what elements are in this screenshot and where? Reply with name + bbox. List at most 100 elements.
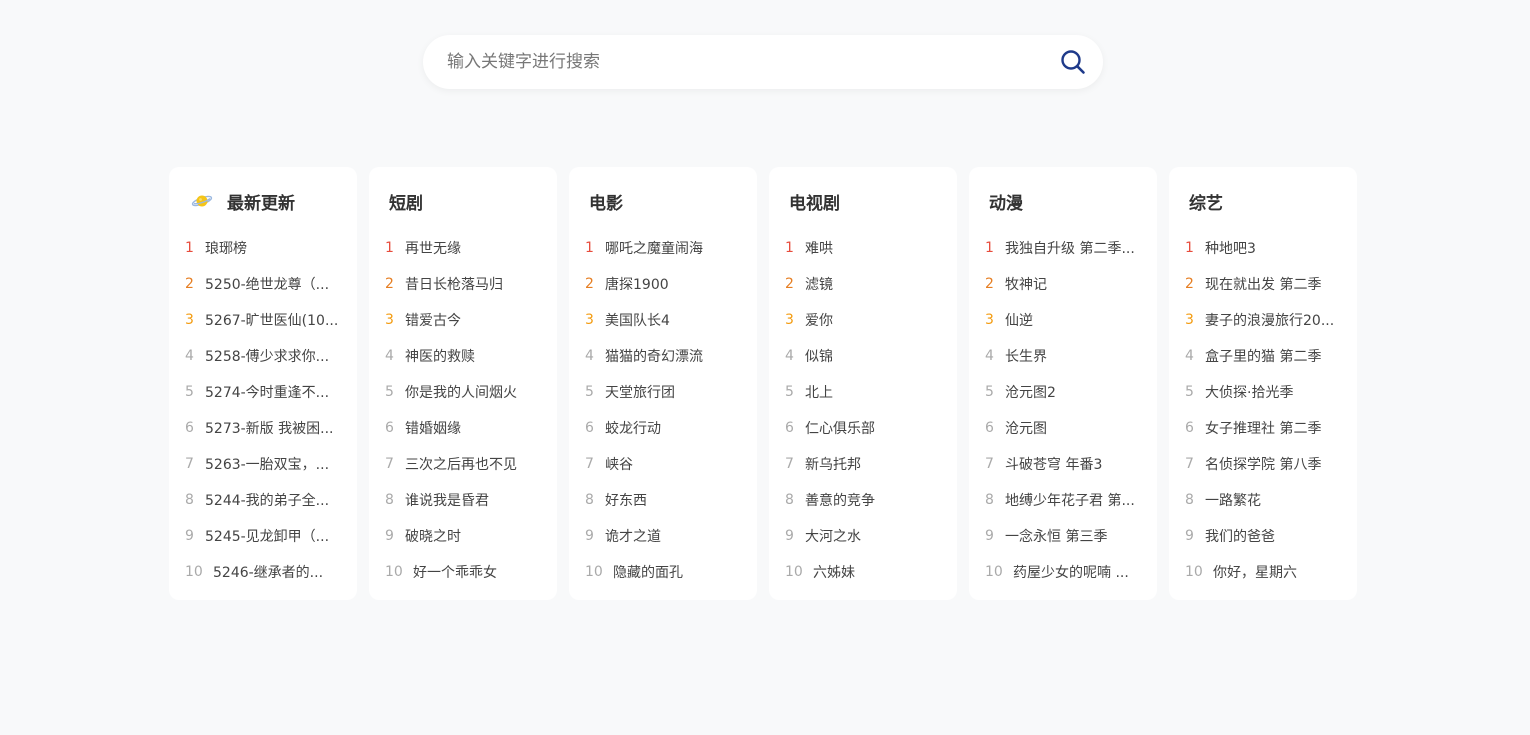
list-item[interactable]: 1 琅琊榜 <box>185 230 345 266</box>
list-item[interactable]: 3 爱你 <box>785 302 945 338</box>
list-item[interactable]: 7 新乌托邦 <box>785 446 945 482</box>
item-title[interactable]: 诡才之道 <box>605 526 745 546</box>
item-title[interactable]: 大河之水 <box>805 526 945 546</box>
item-title[interactable]: 天堂旅行团 <box>605 382 745 402</box>
list-item[interactable]: 2 5250-绝世龙尊（... <box>185 266 345 302</box>
list-item[interactable]: 9 一念永恒 第三季 <box>985 518 1145 554</box>
item-title[interactable]: 牧神记 <box>1005 274 1145 294</box>
list-item[interactable]: 1 再世无缘 <box>385 230 545 266</box>
list-item[interactable]: 6 沧元图 <box>985 410 1145 446</box>
item-title[interactable]: 5273-新版 我被困... <box>205 418 345 438</box>
list-item[interactable]: 1 难哄 <box>785 230 945 266</box>
item-title[interactable]: 错婚姻缘 <box>405 418 545 438</box>
item-title[interactable]: 大侦探·拾光季 <box>1205 382 1345 402</box>
list-item[interactable]: 4 神医的救赎 <box>385 338 545 374</box>
list-item[interactable]: 4 似锦 <box>785 338 945 374</box>
list-item[interactable]: 6 女子推理社 第二季 <box>1185 410 1345 446</box>
list-item[interactable]: 2 昔日长枪落马归 <box>385 266 545 302</box>
item-title[interactable]: 峡谷 <box>605 454 745 474</box>
item-title[interactable]: 长生界 <box>1005 346 1145 366</box>
list-item[interactable]: 1 哪吒之魔童闹海 <box>585 230 745 266</box>
item-title[interactable]: 再世无缘 <box>405 238 545 258</box>
item-title[interactable]: 你是我的人间烟火 <box>405 382 545 402</box>
item-title[interactable]: 善意的竞争 <box>805 490 945 510</box>
item-title[interactable]: 妻子的浪漫旅行20... <box>1205 310 1345 330</box>
item-title[interactable]: 名侦探学院 第八季 <box>1205 454 1345 474</box>
list-item[interactable]: 4 长生界 <box>985 338 1145 374</box>
item-title[interactable]: 5250-绝世龙尊（... <box>205 274 345 294</box>
list-item[interactable]: 5 大侦探·拾光季 <box>1185 374 1345 410</box>
list-item[interactable]: 6 蛟龙行动 <box>585 410 745 446</box>
item-title[interactable]: 女子推理社 第二季 <box>1205 418 1345 438</box>
list-item[interactable]: 10 5246-继承者的... <box>185 554 345 590</box>
list-item[interactable]: 7 斗破苍穹 年番3 <box>985 446 1145 482</box>
list-item[interactable]: 3 美国队长4 <box>585 302 745 338</box>
item-title[interactable]: 仁心俱乐部 <box>805 418 945 438</box>
search-input[interactable] <box>423 35 1043 89</box>
item-title[interactable]: 5263-一胎双宝，... <box>205 454 345 474</box>
list-item[interactable]: 5 你是我的人间烟火 <box>385 374 545 410</box>
item-title[interactable]: 谁说我是昏君 <box>405 490 545 510</box>
item-title[interactable]: 错爱古今 <box>405 310 545 330</box>
item-title[interactable]: 5244-我的弟子全... <box>205 490 345 510</box>
list-item[interactable]: 7 名侦探学院 第八季 <box>1185 446 1345 482</box>
list-item[interactable]: 9 大河之水 <box>785 518 945 554</box>
item-title[interactable]: 三次之后再也不见 <box>405 454 545 474</box>
list-item[interactable]: 8 地缚少年花子君 第... <box>985 482 1145 518</box>
item-title[interactable]: 一路繁花 <box>1205 490 1345 510</box>
item-title[interactable]: 北上 <box>805 382 945 402</box>
list-item[interactable]: 1 种地吧3 <box>1185 230 1345 266</box>
item-title[interactable]: 5245-见龙卸甲（... <box>205 526 345 546</box>
item-title[interactable]: 好东西 <box>605 490 745 510</box>
list-item[interactable]: 6 5273-新版 我被困... <box>185 410 345 446</box>
item-title[interactable]: 新乌托邦 <box>805 454 945 474</box>
item-title[interactable]: 一念永恒 第三季 <box>1005 526 1145 546</box>
item-title[interactable]: 六姊妹 <box>813 562 945 582</box>
item-title[interactable]: 我独自升级 第二季... <box>1005 238 1145 258</box>
list-item[interactable]: 10 药屋少女的呢喃 ... <box>985 554 1145 590</box>
list-item[interactable]: 9 破晓之时 <box>385 518 545 554</box>
item-title[interactable]: 地缚少年花子君 第... <box>1005 490 1145 510</box>
item-title[interactable]: 5258-傅少求求你... <box>205 346 345 366</box>
item-title[interactable]: 5274-今时重逢不... <box>205 382 345 402</box>
item-title[interactable]: 好一个乖乖女 <box>413 562 545 582</box>
list-item[interactable]: 3 仙逆 <box>985 302 1145 338</box>
list-item[interactable]: 2 现在就出发 第二季 <box>1185 266 1345 302</box>
item-title[interactable]: 5267-旷世医仙(10... <box>205 310 345 330</box>
item-title[interactable]: 斗破苍穹 年番3 <box>1005 454 1145 474</box>
item-title[interactable]: 猫猫的奇幻漂流 <box>605 346 745 366</box>
list-item[interactable]: 10 六姊妹 <box>785 554 945 590</box>
list-item[interactable]: 6 错婚姻缘 <box>385 410 545 446</box>
item-title[interactable]: 昔日长枪落马归 <box>405 274 545 294</box>
list-item[interactable]: 4 5258-傅少求求你... <box>185 338 345 374</box>
item-title[interactable]: 你好，星期六 <box>1213 562 1345 582</box>
item-title[interactable]: 滤镜 <box>805 274 945 294</box>
list-item[interactable]: 8 谁说我是昏君 <box>385 482 545 518</box>
list-item[interactable]: 8 一路繁花 <box>1185 482 1345 518</box>
list-item[interactable]: 10 好一个乖乖女 <box>385 554 545 590</box>
list-item[interactable]: 3 妻子的浪漫旅行20... <box>1185 302 1345 338</box>
list-item[interactable]: 2 滤镜 <box>785 266 945 302</box>
list-item[interactable]: 3 5267-旷世医仙(10... <box>185 302 345 338</box>
item-title[interactable]: 药屋少女的呢喃 ... <box>1013 562 1145 582</box>
item-title[interactable]: 美国队长4 <box>605 310 745 330</box>
list-item[interactable]: 5 天堂旅行团 <box>585 374 745 410</box>
list-item[interactable]: 7 5263-一胎双宝，... <box>185 446 345 482</box>
list-item[interactable]: 2 牧神记 <box>985 266 1145 302</box>
list-item[interactable]: 8 5244-我的弟子全... <box>185 482 345 518</box>
search-button[interactable] <box>1043 35 1103 89</box>
item-title[interactable]: 隐藏的面孔 <box>613 562 745 582</box>
list-item[interactable]: 10 隐藏的面孔 <box>585 554 745 590</box>
list-item[interactable]: 7 三次之后再也不见 <box>385 446 545 482</box>
item-title[interactable]: 爱你 <box>805 310 945 330</box>
list-item[interactable]: 9 诡才之道 <box>585 518 745 554</box>
list-item[interactable]: 9 我们的爸爸 <box>1185 518 1345 554</box>
item-title[interactable]: 种地吧3 <box>1205 238 1345 258</box>
item-title[interactable]: 琅琊榜 <box>205 238 345 258</box>
list-item[interactable]: 5 北上 <box>785 374 945 410</box>
list-item[interactable]: 10 你好，星期六 <box>1185 554 1345 590</box>
item-title[interactable]: 似锦 <box>805 346 945 366</box>
list-item[interactable]: 2 唐探1900 <box>585 266 745 302</box>
item-title[interactable]: 唐探1900 <box>605 274 745 294</box>
item-title[interactable]: 沧元图 <box>1005 418 1145 438</box>
